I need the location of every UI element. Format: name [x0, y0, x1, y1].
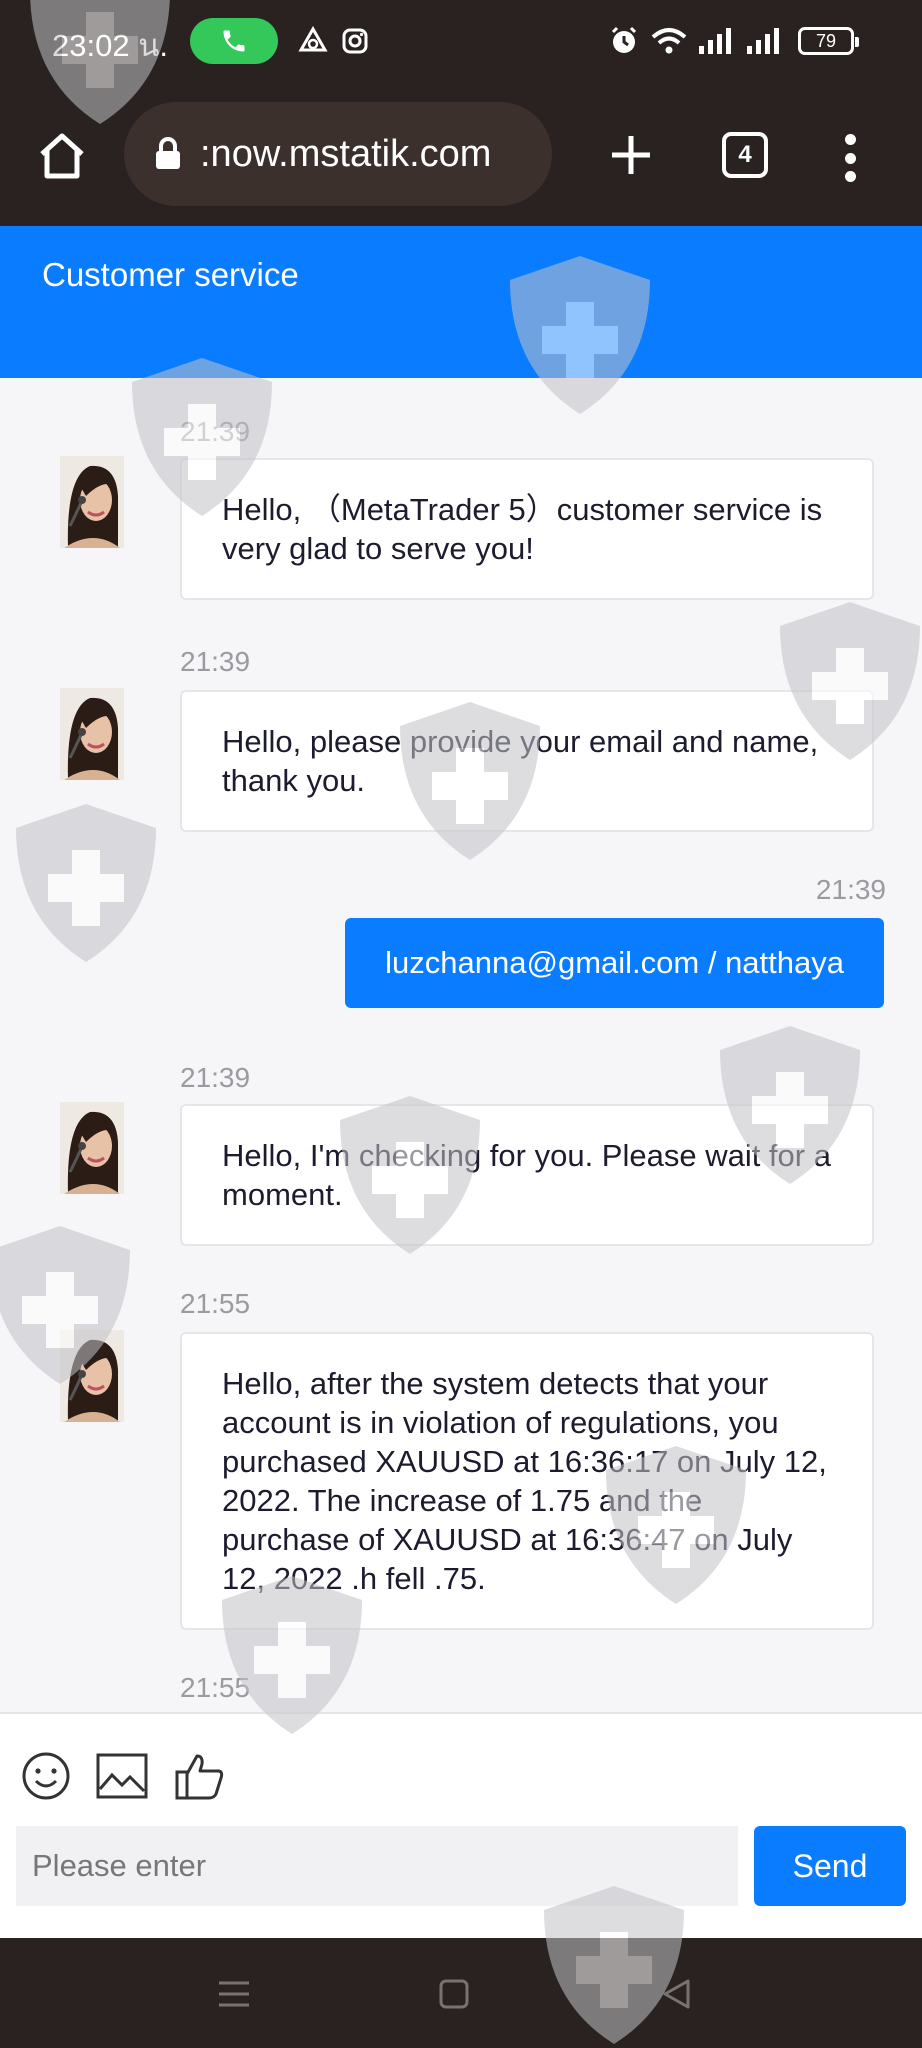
message-time: 21:39	[815, 874, 886, 905]
smiley-icon	[22, 1752, 70, 1800]
square-icon	[439, 1979, 469, 2009]
back-triangle-icon	[663, 1979, 690, 2009]
agent-avatar	[60, 688, 124, 780]
agent-message: Hello, I'm checking for you. Please wait…	[180, 1104, 874, 1246]
agent-avatar	[60, 456, 124, 548]
status-bar: 23:02 น. 79	[0, 0, 922, 84]
menu-dot	[844, 152, 856, 164]
message-time: 21:55	[180, 1672, 251, 1703]
agent-avatar	[60, 1102, 124, 1194]
wifi-icon	[648, 24, 690, 58]
send-button[interactable]: Send	[754, 1826, 906, 1906]
home-icon	[40, 133, 84, 179]
call-indicator[interactable]	[190, 18, 278, 64]
alarm-icon	[606, 24, 642, 58]
chat-header: Customer service	[0, 226, 922, 378]
image-icon	[96, 1753, 148, 1799]
menu-dot	[844, 134, 856, 145]
tabs-button[interactable]: 4	[722, 132, 768, 178]
message-time: 21:39	[180, 646, 251, 677]
system-nav-bar	[0, 1938, 922, 2048]
composer: Send	[0, 1712, 922, 1938]
phone-icon	[223, 30, 245, 52]
message-time: 21:39	[180, 416, 251, 447]
browser-toolbar: :now.mstatik.com 4	[0, 84, 922, 226]
plus-icon	[612, 136, 650, 174]
message-time: 21:55	[180, 1288, 251, 1319]
home-nav-button[interactable]	[432, 1972, 476, 2016]
agent-avatar	[60, 1330, 124, 1422]
thumbs-up-icon	[175, 1754, 224, 1800]
signal-icon	[696, 24, 738, 58]
signal-2-icon	[744, 24, 786, 58]
chat-messages[interactable]: 21:39 Hello, （MetaTrader 5）customer serv…	[0, 378, 922, 1712]
message-input[interactable]	[16, 1826, 738, 1906]
emoji-button[interactable]	[20, 1750, 72, 1802]
instagram-icon	[338, 24, 372, 58]
address-bar[interactable]: :now.mstatik.com	[124, 102, 552, 206]
agent-message: Hello, after the system detects that you…	[180, 1332, 874, 1630]
back-button[interactable]	[654, 1972, 698, 2016]
page-title: Customer service	[42, 256, 299, 293]
battery-icon: 79	[798, 27, 859, 55]
recents-button[interactable]	[212, 1972, 256, 2016]
image-button[interactable]	[96, 1750, 148, 1802]
agent-message: Hello, please provide your email and nam…	[180, 690, 874, 832]
like-button[interactable]	[174, 1750, 226, 1802]
menu-dot	[844, 171, 856, 182]
home-button[interactable]	[30, 124, 94, 188]
user-message: luzchanna@gmail.com / natthaya	[345, 918, 884, 1008]
lock-icon	[156, 137, 180, 169]
new-tab-button[interactable]	[596, 120, 666, 190]
url-text: :now.mstatik.com	[200, 132, 492, 175]
agent-message: Hello, （MetaTrader 5）customer service is…	[180, 458, 874, 600]
app-notification-icon	[296, 24, 330, 58]
menu-lines-icon	[219, 1981, 249, 2007]
more-menu-button[interactable]	[830, 128, 870, 188]
message-time: 21:39	[180, 1062, 251, 1093]
status-time: 23:02 น.	[52, 28, 168, 63]
